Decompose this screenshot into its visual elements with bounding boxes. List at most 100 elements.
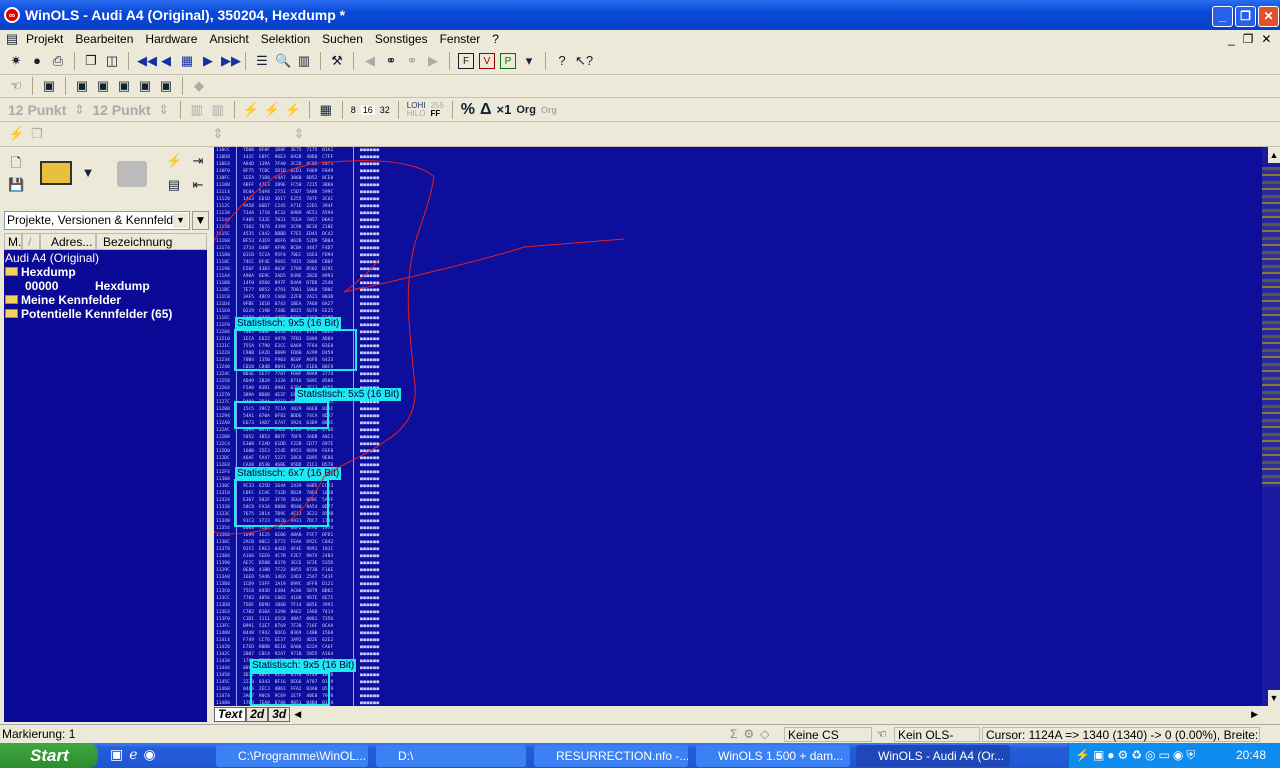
panel-menu-button[interactable]: ▼ — [192, 211, 209, 230]
stepper-icon[interactable]: ⇕ — [71, 102, 87, 118]
dec-view-icon[interactable]: ▥ — [210, 102, 226, 118]
tools-icon[interactable]: ⚒ — [329, 53, 345, 69]
export-icon[interactable]: ⇤ — [190, 177, 206, 193]
delta-button[interactable]: Δ — [480, 101, 492, 119]
chip-erase-icon[interactable]: ▣ — [116, 78, 132, 94]
graph-wand-icon[interactable]: ⚡ — [243, 102, 259, 118]
binoculars-icon[interactable]: ⚭ — [383, 53, 399, 69]
menu-bearbeiten[interactable]: Bearbeiten — [69, 32, 139, 46]
menu-sonstiges[interactable]: Sonstiges — [369, 32, 434, 46]
task-ie[interactable]: WinOLS 1.500 + dam... — [696, 745, 850, 767]
col-address[interactable]: Adres... — [40, 233, 96, 250]
quicklaunch-icons[interactable]: ▣ℯ◉ — [110, 746, 162, 763]
dropdown-icon[interactable]: ▾ — [521, 53, 537, 69]
window-icon[interactable]: ❐ — [83, 53, 99, 69]
menu-hardware[interactable]: Hardware — [139, 32, 203, 46]
grid-icon[interactable]: ▦ — [179, 53, 195, 69]
next-icon[interactable]: ▶ — [200, 53, 216, 69]
chip-disabled-icon[interactable]: ◆ — [191, 78, 207, 94]
tab-text[interactable]: Text — [214, 706, 247, 722]
font-size-stepper-1[interactable]: 12 Punkt — [8, 102, 66, 118]
wand-select-icon[interactable]: ⚡ — [8, 126, 24, 142]
task-winols[interactable]: WinOLS - Audi A4 (Or... — [856, 745, 1010, 767]
tab-3d[interactable]: 3d — [268, 706, 291, 722]
save-icon[interactable]: 💾 — [8, 177, 24, 193]
maximize-button[interactable]: ❐ — [1235, 6, 1256, 27]
first-icon[interactable]: ◀◀ — [137, 53, 157, 69]
binoculars2-icon[interactable]: ⚭ — [404, 53, 420, 69]
scroll-up-icon[interactable]: ▲ — [1268, 147, 1280, 163]
forward-icon[interactable]: ▶ — [425, 53, 441, 69]
chip-read-icon[interactable]: ▣ — [95, 78, 111, 94]
open-dropdown-icon[interactable]: ▼ — [80, 165, 96, 181]
view-select[interactable]: Projekte, Versionen & Kennfelder: ▼ — [4, 211, 190, 230]
matrix-icon[interactable]: ▦ — [318, 102, 334, 118]
32bit-button[interactable]: 32 — [380, 105, 390, 115]
menu-ansicht[interactable]: Ansicht — [203, 32, 254, 46]
tree-item-meine-kennfelder[interactable]: Meine Kennfelder — [5, 293, 206, 307]
hardware-icon[interactable]: ● — [29, 53, 45, 69]
task-explorer-d[interactable]: D:\ — [376, 745, 526, 767]
hex-view-icon[interactable]: ▥ — [189, 102, 205, 118]
project-disabled-icon[interactable] — [117, 161, 147, 187]
hand-icon[interactable]: ☜ — [8, 78, 24, 94]
font-size-stepper-2[interactable]: 12 Punkt — [92, 102, 150, 118]
start-button[interactable]: Start — [0, 743, 98, 768]
lohi-button[interactable]: LOHI HILO — [407, 101, 426, 118]
list-icon[interactable]: ☰ — [254, 53, 270, 69]
16bit-button[interactable]: 16 — [360, 104, 375, 115]
v-icon[interactable]: V — [479, 53, 495, 69]
import-wand-icon[interactable]: ⚡ — [166, 153, 182, 169]
f-icon[interactable]: F — [458, 53, 474, 69]
stepper-icon[interactable]: ⇕ — [156, 102, 172, 118]
p-icon[interactable]: P — [500, 53, 516, 69]
original2-button[interactable]: Org — [541, 105, 557, 115]
col-bezeichnung[interactable]: Bezeichnung — [96, 233, 207, 250]
menu-selektion[interactable]: Selektion — [255, 32, 316, 46]
import-icon[interactable]: ⇥ — [190, 153, 206, 169]
help-icon[interactable]: ? — [554, 53, 570, 69]
compare-icon[interactable]: ◫ — [104, 53, 120, 69]
col-m[interactable]: M. — [4, 233, 22, 250]
mdi-controls[interactable]: _❐✕ — [1228, 32, 1280, 46]
back-icon[interactable]: ◀ — [362, 53, 378, 69]
export-card-icon[interactable]: ▤ — [166, 177, 182, 193]
wand2-icon[interactable]: ⚡ — [285, 102, 301, 118]
open-folder-icon[interactable] — [40, 161, 72, 185]
stepper-icon[interactable]: ⇕ — [291, 126, 307, 142]
tree-item-project[interactable]: Audi A4 (Original) — [5, 251, 206, 265]
original-button[interactable]: Org — [516, 104, 536, 116]
chip-icon[interactable]: ▣ — [41, 78, 57, 94]
new-icon[interactable]: 🗋 — [8, 155, 24, 171]
tree-item-hexdump[interactable]: Hexdump — [5, 265, 206, 279]
tree-item-potentielle-kennfelder[interactable]: Potentielle Kennfelder (65) — [5, 307, 206, 321]
tree-item-hexdump-map[interactable]: 00000 Hexdump — [5, 279, 206, 293]
close-button[interactable]: ✕ — [1258, 6, 1279, 27]
factor-button[interactable]: ×1 — [497, 102, 512, 117]
menu-help[interactable]: ? — [486, 32, 505, 46]
menu-projekt[interactable]: Projekt — [20, 32, 69, 46]
vertical-scrollbar[interactable]: ▲ ▼ — [1262, 147, 1280, 706]
menu-fenster[interactable]: Fenster — [434, 32, 487, 46]
col-sort[interactable]: / — [22, 233, 40, 250]
print-icon[interactable]: ⎙ — [50, 53, 66, 69]
8bit-button[interactable]: 8 — [351, 105, 356, 115]
task-nfo[interactable]: RESURRECTION.nfo -... — [534, 745, 688, 767]
task-explorer-programme[interactable]: C:\Programme\WinOL... — [216, 745, 368, 767]
tab-2d[interactable]: 2d — [246, 706, 269, 722]
zoom-icon[interactable]: 🔍 — [275, 53, 291, 69]
wizard-icon[interactable]: ✷ — [8, 53, 24, 69]
minimize-button[interactable]: _ — [1212, 6, 1233, 27]
last-icon[interactable]: ▶▶ — [221, 53, 241, 69]
prev-icon[interactable]: ◀ — [158, 53, 174, 69]
scroll-right-icon[interactable]: ▶ — [1251, 709, 1258, 720]
chip-write-icon[interactable]: ▣ — [137, 78, 153, 94]
wand-icon[interactable]: ⚡ — [264, 102, 280, 118]
chip-equal-icon[interactable]: ▣ — [74, 78, 90, 94]
doc-menu-icon[interactable]: ▤ — [4, 31, 20, 47]
hex-dec-button[interactable]: 255 FF — [430, 101, 443, 118]
scroll-down-icon[interactable]: ▼ — [1268, 690, 1280, 706]
scroll-left-icon[interactable]: ◀ — [294, 709, 301, 720]
scroll-icon[interactable]: ▥ — [296, 53, 312, 69]
stepper-icon[interactable]: ⇕ — [210, 126, 226, 142]
